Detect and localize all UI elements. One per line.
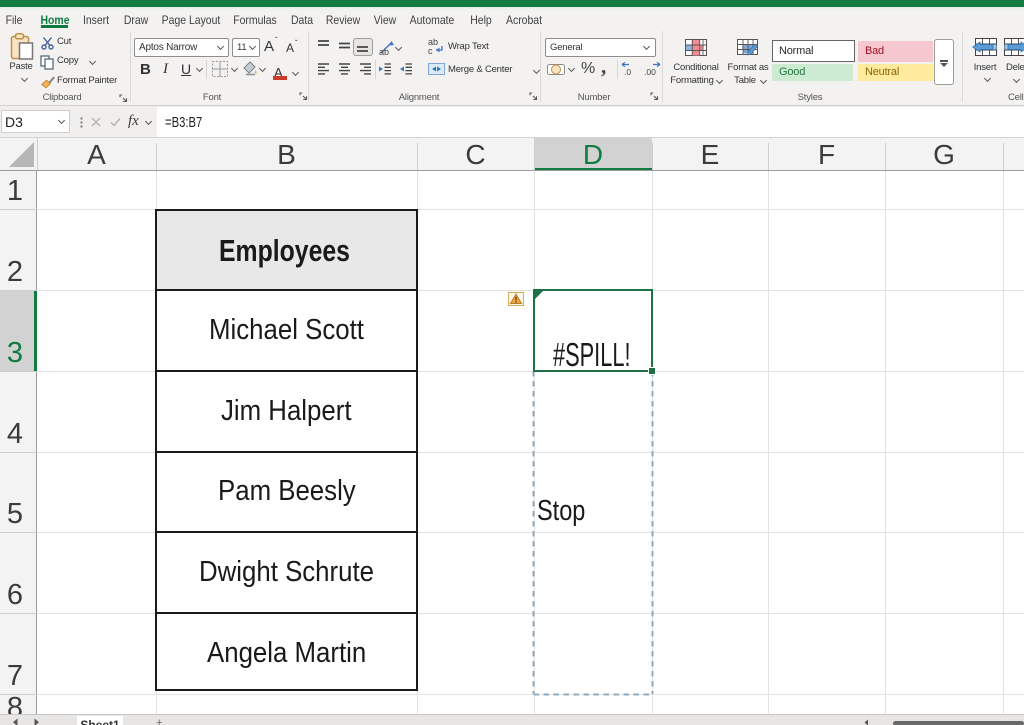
svg-text:ab: ab: [379, 47, 389, 57]
svg-text:.0: .0: [624, 67, 631, 77]
svg-text:c: c: [428, 46, 433, 56]
svg-text:.00: .00: [644, 67, 656, 77]
